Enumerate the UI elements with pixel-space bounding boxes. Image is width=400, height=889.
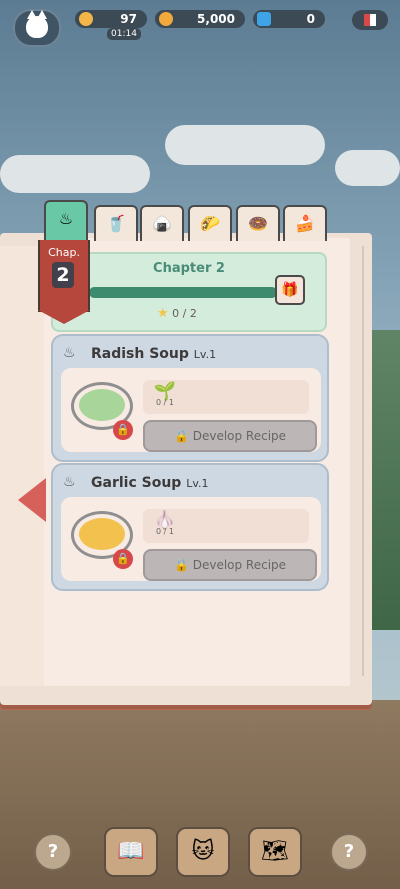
- energy-value: 97: [120, 12, 137, 26]
- help-button-right[interactable]: ?: [330, 833, 368, 871]
- taco-icon: 🌮: [200, 214, 220, 233]
- recipe-level: Lv.1: [186, 477, 209, 490]
- onigiri-icon: 🍙: [152, 214, 172, 233]
- chapter-title: Chapter 2: [153, 261, 225, 276]
- player-avatar[interactable]: [13, 9, 61, 47]
- cloud: [335, 150, 400, 186]
- tab-cake[interactable]: 🍰: [283, 205, 327, 241]
- chapter-ribbon: Chap. 2: [38, 240, 90, 324]
- cloud: [0, 155, 150, 193]
- help-button-left[interactable]: ?: [34, 833, 72, 871]
- coin-icon: [159, 12, 173, 26]
- ingredient-slot[interactable]: 🧄 0 / 1: [149, 509, 181, 543]
- chapter-ribbon-label: Chap.: [48, 246, 80, 259]
- gem-value: 0: [306, 12, 315, 26]
- cake-icon: 🍰: [295, 214, 315, 233]
- soup-bowl-icon: ♨: [63, 345, 76, 361]
- ingredient-list: 🌱 0 / 1: [143, 380, 309, 414]
- recipe-body: 🔒 🧄 0 / 1 🔒 Develop Recipe: [61, 497, 321, 581]
- chapter-progress-fill: [89, 287, 277, 298]
- develop-recipe-button[interactable]: 🔒 Develop Recipe: [143, 549, 317, 581]
- recipe-name: Radish Soup Lv.1: [91, 346, 216, 362]
- tab-soup[interactable]: ♨: [44, 200, 88, 242]
- coin-counter[interactable]: 5,000: [155, 10, 245, 28]
- gem-counter[interactable]: 0: [253, 10, 325, 28]
- soup-broth: [79, 518, 125, 550]
- chapter-progress-bar: [89, 287, 277, 298]
- map-nav-icon[interactable]: 🗺: [248, 827, 302, 877]
- energy-timer: 01:14: [107, 28, 141, 40]
- drink-icon: 🥤: [106, 214, 126, 233]
- gift-reward-icon[interactable]: 🎁: [275, 275, 305, 305]
- soup-bowl-icon: ♨: [58, 209, 74, 228]
- tab-drink[interactable]: 🥤: [94, 205, 138, 241]
- cat-icon: [26, 10, 48, 38]
- soup-broth: [79, 389, 125, 421]
- menu-grid-icon: [364, 14, 376, 26]
- recipe-name-text: Garlic Soup: [91, 475, 182, 491]
- book-page-edge: [350, 246, 364, 676]
- develop-recipe-label: Develop Recipe: [192, 429, 287, 443]
- top-hud: 97 01:14 5,000 0: [0, 6, 400, 47]
- develop-recipe-button[interactable]: 🔒 Develop Recipe: [143, 420, 317, 452]
- recipe-name-text: Radish Soup: [91, 346, 189, 362]
- tab-donut[interactable]: 🍩: [236, 205, 280, 241]
- chapter-stars-count: 0 / 2: [172, 307, 197, 320]
- energy-icon: [79, 12, 93, 26]
- gem-icon: [257, 12, 271, 26]
- recipe-level: Lv.1: [193, 348, 217, 361]
- chapter-number: 2: [52, 262, 74, 288]
- star-icon: ★: [157, 306, 169, 321]
- tab-onigiri[interactable]: 🍙: [140, 205, 184, 241]
- recipe-card-radish-soup[interactable]: ♨ Radish Soup Lv.1 🔒 🌱 0 / 1 🔒 Develop R…: [51, 334, 329, 462]
- soup-bowl-icon: ♨: [63, 474, 76, 490]
- coin-value: 5,000: [197, 12, 235, 26]
- previous-page-arrow[interactable]: [18, 478, 46, 522]
- lock-icon: 🔒: [113, 549, 133, 569]
- menu-button[interactable]: [352, 10, 388, 30]
- recipe-card-garlic-soup[interactable]: ♨ Garlic Soup Lv.1 🔒 🧄 0 / 1 🔒 Develop R…: [51, 463, 329, 591]
- lock-icon: 🔒: [113, 420, 133, 440]
- develop-recipe-label: Develop Recipe: [192, 558, 287, 572]
- donut-icon: 🍩: [248, 214, 268, 233]
- energy-counter[interactable]: 97: [75, 10, 147, 28]
- tab-taco[interactable]: 🌮: [188, 205, 232, 241]
- recipe-body: 🔒 🌱 0 / 1 🔒 Develop Recipe: [61, 368, 321, 452]
- chapter-header: Chapter 2 🎁 ★ 0 / 2: [51, 252, 327, 332]
- cat-bag-nav-icon[interactable]: 🐱: [176, 827, 230, 877]
- chapter-stars: ★ 0 / 2: [157, 306, 197, 321]
- recipe-book-nav-icon[interactable]: 📖: [104, 827, 158, 877]
- ingredient-list: 🧄 0 / 1: [143, 509, 309, 543]
- recipe-name: Garlic Soup Lv.1: [91, 475, 208, 491]
- ingredient-slot[interactable]: 🌱 0 / 1: [149, 380, 181, 414]
- cloud: [165, 125, 325, 165]
